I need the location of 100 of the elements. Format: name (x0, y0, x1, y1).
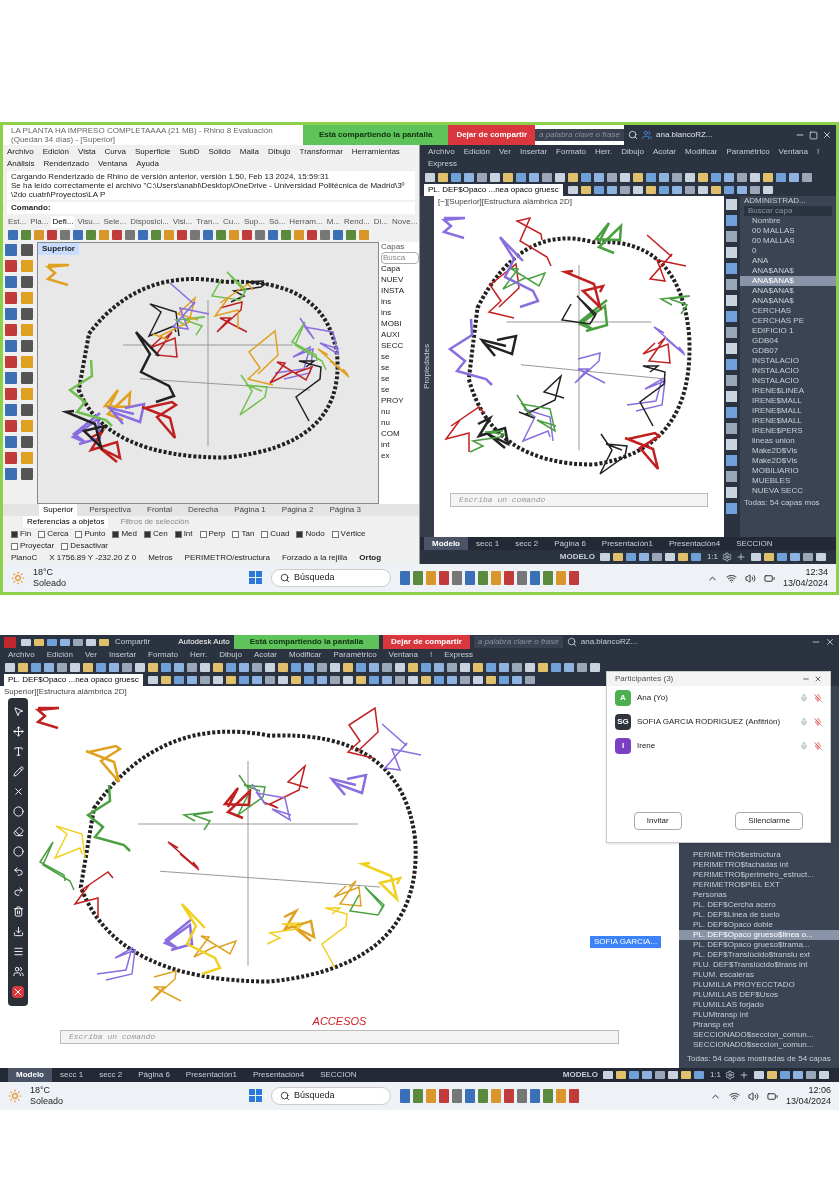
layer-row[interactable]: 0 (740, 246, 836, 256)
status-icons-drawing[interactable] (753, 1069, 831, 1081)
layer-name[interactable]: PROY (381, 395, 419, 406)
layer-name[interactable]: NUEV (381, 274, 419, 285)
layer-row[interactable]: PLUMILLAS forjado (679, 1000, 839, 1010)
menu-item[interactable]: Edición (46, 649, 73, 661)
layer-name[interactable]: se (381, 373, 419, 384)
toolbar-tab[interactable]: Pla... (29, 216, 50, 228)
layer-dropdown[interactable]: PL. DEF$Opaco ...nea opaco gruesc (4, 674, 143, 686)
menu-item[interactable]: Edición (463, 146, 490, 158)
layer-row[interactable]: INSTALACIO (740, 356, 836, 366)
layer-row[interactable]: INSTALACIO (740, 366, 836, 376)
menu-item[interactable]: Superficie (134, 146, 171, 158)
toolbar-tab[interactable]: Sele... (102, 216, 128, 228)
annotation-tool-icon[interactable] (12, 866, 24, 877)
menu-item[interactable]: Herramientas (351, 146, 400, 158)
plus-icon[interactable] (739, 1070, 749, 1080)
toolbar-icons-drawing[interactable] (424, 171, 814, 184)
layer-search-field[interactable]: Buscar capa (744, 206, 832, 216)
view-tab[interactable]: Página 1 (230, 504, 270, 516)
layer-row[interactable]: MOBILIARIO (740, 466, 836, 476)
layer-row[interactable]: PLUMILLAS DEF$Usos (679, 990, 839, 1000)
status-text[interactable]: Metros (148, 552, 173, 564)
checkbox[interactable] (75, 530, 83, 538)
properties-label[interactable]: Propiedades (421, 344, 433, 389)
layer-row[interactable]: Personas (679, 890, 839, 900)
windows-start-icon[interactable] (248, 1089, 263, 1103)
layer-row[interactable]: PL. DEF$Linea de suelo (679, 910, 839, 920)
menu-item[interactable]: Ventana (388, 649, 418, 661)
status-text[interactable]: Forzado a la rejilla (281, 552, 348, 564)
layout-tab[interactable]: Presentación4 (245, 1068, 313, 1082)
toolbar-tab[interactable]: Visu... (76, 216, 101, 228)
layer-row[interactable]: PERIMETRO$PIEL EXT (679, 880, 839, 890)
layer-row[interactable]: PL. DEF$Opaco doble (679, 920, 839, 930)
command-field[interactable]: Comando: (7, 202, 415, 214)
toolbar-icons-drawing[interactable] (4, 661, 602, 674)
layer-row[interactable]: Ptransp ext (679, 1020, 839, 1030)
layout-tab[interactable]: secc 1 (468, 537, 508, 550)
menu-item[interactable]: Formato (148, 649, 178, 661)
windows-start-icon[interactable] (248, 571, 263, 585)
toolbar-tab[interactable]: Di... (372, 216, 390, 228)
model-space-label[interactable]: MODELO (559, 551, 595, 563)
layer-row[interactable]: lineas union (740, 436, 836, 446)
menu-item[interactable]: Acotar (253, 649, 278, 661)
stop-sharing-button[interactable]: Dejar de compartir (448, 125, 536, 145)
layer-row[interactable]: IRENE$PERS (740, 426, 836, 436)
view-tab[interactable]: Frontal (143, 504, 176, 516)
layer-name[interactable]: ex (381, 450, 419, 461)
view-tab[interactable]: Página 3 (325, 504, 365, 516)
menu-item[interactable]: Express (444, 649, 474, 661)
menu-item[interactable]: Paramétrico (333, 649, 377, 661)
toolbar-tab[interactable]: M... (325, 216, 342, 228)
taskbar-apps-drawing[interactable] (398, 569, 581, 587)
layer-row[interactable]: PLUMILLA PROYECCTADO (679, 980, 839, 990)
toolbar-icons-drawing[interactable] (7, 228, 371, 242)
checkbox[interactable] (174, 530, 182, 538)
status-text[interactable]: Ortog (359, 552, 382, 564)
menu-item[interactable]: Curva (104, 146, 126, 158)
taskbar-search-field[interactable]: Búsqueda (270, 569, 391, 587)
menu-item[interactable]: Archivo (8, 649, 35, 661)
layout-tab[interactable]: SECCION (312, 1068, 365, 1082)
user-icon[interactable] (642, 130, 652, 140)
layer-name[interactable]: nu (381, 406, 419, 417)
checkbox[interactable] (11, 530, 18, 538)
menu-item[interactable]: Insertar (108, 649, 137, 661)
layout-tab[interactable]: Presentación4 (661, 537, 729, 550)
layer-row[interactable]: INSTALACIO (740, 376, 836, 386)
menu-item[interactable]: Malla (239, 146, 259, 158)
menu-item[interactable]: ! (430, 649, 433, 661)
menu-item[interactable]: Dibujo (267, 146, 291, 158)
layer-row[interactable]: PLUMtransp int (679, 1010, 839, 1020)
menu-item[interactable]: Ver (498, 146, 511, 158)
toolbar-tab[interactable]: Est... (7, 216, 28, 228)
toolbar-tab[interactable]: Rend... (343, 216, 371, 228)
status-text[interactable]: PlanoC (11, 552, 38, 564)
layer-row[interactable]: 00 MALLAS (740, 226, 836, 236)
layer-row[interactable]: ANA (740, 256, 836, 266)
layer-row[interactable]: PL. DEF$Opaco grueso$trama... (679, 940, 839, 950)
close-icon[interactable] (825, 637, 835, 647)
viewport-label[interactable]: Superior][Estructura alámbrica 2D] (0, 686, 127, 698)
layer-row[interactable]: MUEBLES (740, 476, 836, 486)
settings-icon[interactable] (725, 1070, 735, 1080)
search-icon[interactable] (566, 637, 577, 647)
layer-name[interactable]: int (381, 439, 419, 450)
annotation-tool-icon[interactable] (12, 806, 24, 817)
layer-row[interactable]: PL. DEF$Translúcido$translu ext (679, 950, 839, 960)
layer-name[interactable]: COM (381, 428, 419, 439)
layer-name[interactable]: se (381, 351, 419, 362)
annotation-tool-icon[interactable] (12, 886, 24, 897)
annotation-tool-icon[interactable] (12, 946, 24, 957)
checkbox[interactable] (296, 530, 304, 538)
menu-item[interactable]: Vista (77, 146, 96, 158)
layer-row[interactable]: GDB07 (740, 346, 836, 356)
menu-item[interactable]: Herr. (594, 146, 613, 158)
checkbox[interactable] (143, 530, 151, 538)
battery-icon[interactable] (766, 1090, 778, 1102)
layer-row[interactable]: SECCIONADO$seccion_comun... (679, 1030, 839, 1040)
layer-row[interactable]: PLU. DEF$Translúcido$trans int (679, 960, 839, 970)
annotation-tool-icon[interactable] (12, 766, 24, 777)
toolbar-tab[interactable]: Só... (267, 216, 287, 228)
